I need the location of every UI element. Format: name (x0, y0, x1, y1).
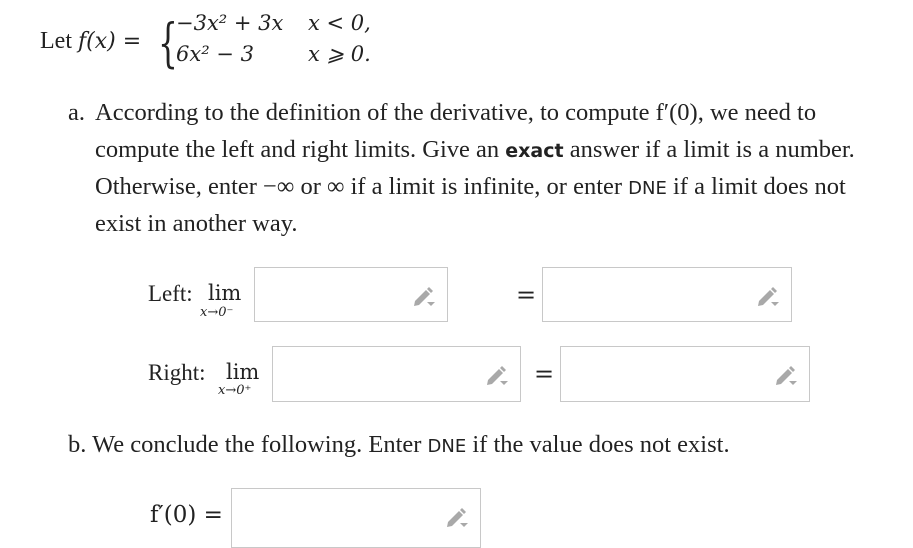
case-1-expression: −3x² + 3x (176, 11, 284, 35)
function-name: f(x) = (77, 29, 142, 54)
part-b-label: b. (68, 431, 87, 458)
left-lim-subscript: x→0⁻ (200, 305, 234, 320)
right-lim: lim (226, 360, 260, 384)
cases-brace: { (158, 14, 178, 74)
right-label: Right: (148, 360, 206, 385)
pencil-dropdown-icon[interactable] (411, 284, 437, 308)
pencil-dropdown-icon[interactable] (755, 284, 781, 308)
pencil-dropdown-icon[interactable] (444, 505, 470, 529)
left-limit-expression-input[interactable] (254, 267, 448, 322)
right-lim-subscript: x→0⁺ (218, 383, 252, 398)
part-a-label: a. (68, 99, 85, 126)
case-1-condition: x < 0, (308, 11, 371, 35)
pencil-dropdown-icon[interactable] (484, 363, 510, 387)
left-lim: lim (208, 281, 242, 305)
exact-keyword: exact (505, 140, 564, 162)
case-2-expression: 6x² − 3 (176, 42, 254, 66)
derivative-answer-input[interactable] (231, 488, 481, 548)
part-a-line-1: According to the definition of the deriv… (95, 99, 817, 126)
pencil-dropdown-icon[interactable] (773, 363, 799, 387)
derivative-answer-label: f′(0) = (150, 502, 223, 528)
right-limit-value-input[interactable] (560, 346, 810, 402)
dne-keyword: DNE (628, 178, 667, 199)
part-a-line-4: exist in another way. (95, 210, 298, 237)
case-2-condition: x ⩾ 0. (308, 42, 371, 66)
part-a-line-2: compute the left and right limits. Give … (95, 136, 855, 163)
right-equals: = (534, 360, 555, 388)
dne-keyword: DNE (427, 436, 467, 457)
left-limit-value-input[interactable] (542, 267, 792, 322)
let-word: Let (40, 28, 72, 54)
part-b-line: b. We conclude the following. Enter DNE … (68, 431, 730, 458)
left-equals: = (516, 281, 537, 309)
part-a-line-3: Otherwise, enter −∞ or ∞ if a limit is i… (95, 173, 846, 200)
right-limit-expression-input[interactable] (272, 346, 521, 402)
left-label: Left: (148, 281, 193, 306)
